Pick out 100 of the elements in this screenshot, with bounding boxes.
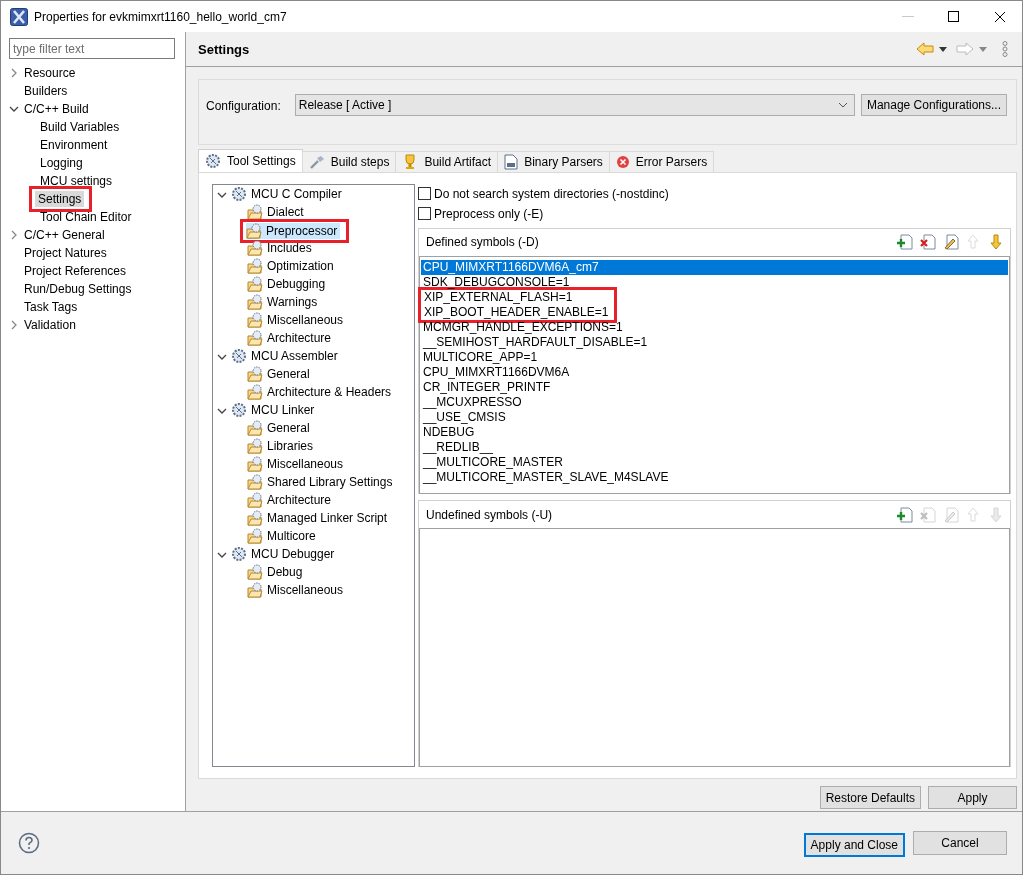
symbol-item[interactable]: CR_INTEGER_PRINTF [421, 379, 1008, 395]
nav-item[interactable]: Settings [35, 191, 85, 207]
gear-folder-icon [247, 275, 263, 292]
tree-item[interactable]: Miscellaneous [247, 581, 347, 598]
chevron-right-icon[interactable] [9, 320, 19, 330]
chevron-right-icon[interactable] [9, 230, 19, 240]
tree-item[interactable]: Debugging [247, 275, 329, 292]
edit-icon[interactable] [943, 234, 959, 250]
tab[interactable]: Error Parsers [608, 151, 715, 172]
symbol-item[interactable]: __MULTICORE_MASTER_SLAVE_M4SLAVE [421, 469, 1008, 485]
chevron-down-icon[interactable] [9, 104, 19, 114]
chevron-down-icon[interactable] [217, 352, 227, 362]
apply-button[interactable]: Apply [928, 786, 1017, 809]
nav-item[interactable]: Build Variables [37, 119, 123, 135]
symbol-item[interactable]: CPU_MIMXRT1166DVM6A_cm7 [421, 259, 1008, 275]
gear-folder-icon [247, 293, 263, 310]
restore-defaults-button[interactable]: Restore Defaults [819, 786, 921, 809]
chevron-right-icon[interactable] [9, 68, 19, 78]
chevron-down-icon[interactable] [217, 406, 227, 416]
symbol-item[interactable]: __MULTICORE_MASTER [421, 454, 1008, 470]
nav-item[interactable]: C/C++ General [21, 227, 108, 243]
apply-and-close-button[interactable]: Apply and Close [803, 833, 905, 857]
nav-item[interactable]: Builders [21, 83, 71, 99]
tree-item[interactable]: Preprocessor [246, 223, 341, 239]
nav-item[interactable]: Validation [21, 317, 79, 333]
symbol-item[interactable]: __REDLIB__ [421, 439, 1008, 455]
tree-item[interactable]: Debug [247, 563, 306, 580]
tree-item[interactable]: General [247, 419, 313, 436]
gear-icon [231, 401, 247, 418]
tree-item[interactable]: Architecture & Headers [247, 383, 395, 400]
add-icon[interactable] [897, 234, 913, 250]
symbol-item[interactable]: NDEBUG [421, 424, 1008, 440]
tree-item[interactable]: General [247, 365, 313, 382]
tree-item[interactable]: Includes [247, 239, 315, 256]
tree-item[interactable]: Architecture [247, 491, 335, 508]
symbol-item[interactable]: MULTICORE_APP=1 [421, 349, 1008, 365]
symbol-item[interactable]: __MCUXPRESSO [421, 394, 1008, 410]
tree-item[interactable]: MCU Linker [231, 401, 318, 418]
gear-icon [231, 347, 247, 364]
maximize-icon[interactable] [948, 10, 960, 23]
nav-item[interactable]: Project References [21, 263, 130, 279]
tree-item[interactable]: Multicore [247, 527, 319, 544]
tree-item[interactable]: MCU Debugger [231, 545, 338, 562]
help-icon[interactable] [18, 832, 40, 854]
tree-item[interactable]: MCU Assembler [231, 347, 341, 364]
tree-item[interactable]: Libraries [247, 437, 317, 454]
tree-item[interactable]: Warnings [247, 293, 321, 310]
hammer-icon [308, 154, 325, 170]
tree-item[interactable]: Shared Library Settings [247, 473, 396, 490]
filter-field[interactable]: type filter text [9, 38, 175, 59]
window-title: Properties for evkmimxrt1160_hello_world_cm7 [34, 9, 287, 24]
tab[interactable]: Binary Parsers [497, 151, 610, 172]
symbol-item[interactable]: XIP_BOOT_HEADER_ENABLE=1 [422, 304, 609, 320]
nav-item[interactable]: Task Tags [21, 299, 81, 315]
chevron-down-icon[interactable] [217, 550, 227, 560]
nav-item[interactable]: Run/Debug Settings [21, 281, 135, 297]
nav-item[interactable]: Resource [21, 65, 79, 81]
chevron-down-icon[interactable] [217, 190, 227, 200]
manage-configurations-button[interactable]: Manage Configurations... [860, 94, 1007, 116]
nav-item[interactable]: C/C++ Build [21, 101, 92, 117]
add-icon[interactable] [897, 506, 913, 523]
configuration-dropdown[interactable]: Release [ Active ] [294, 94, 855, 116]
symbol-item[interactable]: __USE_CMSIS [421, 409, 1008, 425]
tree-item[interactable]: Optimization [247, 257, 337, 274]
checkbox-option[interactable]: Do not search system directories (-nostdinc) [418, 184, 1011, 204]
tab[interactable]: Build Artifact [395, 151, 499, 172]
symbol-item[interactable]: MCMGR_HANDLE_EXCEPTIONS=1 [421, 319, 1008, 335]
tab[interactable]: Build steps [301, 151, 397, 172]
gear-folder-icon [247, 383, 263, 400]
nav-item[interactable]: MCU settings [37, 173, 116, 189]
nav-item[interactable]: Environment [37, 137, 111, 153]
gear-icon [231, 545, 247, 562]
gear-folder-icon [247, 491, 263, 508]
nav-item[interactable]: Tool Chain Editor [37, 209, 135, 225]
symbol-item[interactable]: XIP_EXTERNAL_FLASH=1 [422, 289, 609, 305]
close-icon[interactable] [994, 10, 1006, 23]
nav-item[interactable]: Logging [37, 155, 86, 171]
symbol-item[interactable]: CPU_MIMXRT1166DVM6A [421, 364, 1008, 380]
checkbox-option[interactable]: Preprocess only (-E) [418, 203, 1011, 224]
dropdown-caret-icon[interactable] [939, 46, 947, 52]
gear-folder-icon [247, 311, 263, 328]
symbol-item[interactable]: __SEMIHOST_HARDFAULT_DISABLE=1 [421, 334, 1008, 350]
down-icon[interactable] [989, 234, 1005, 250]
gear-folder-icon [247, 257, 263, 274]
gear-folder-icon [247, 527, 263, 544]
symbol-item[interactable]: SDK_DEBUGCONSOLE=1 [421, 274, 1008, 290]
tab[interactable]: Tool Settings [198, 149, 303, 172]
tree-item[interactable]: Architecture [247, 329, 335, 346]
back-arrow-icon[interactable] [916, 42, 934, 56]
tree-item[interactable]: Miscellaneous [247, 311, 347, 328]
cancel-button[interactable]: Cancel [913, 831, 1007, 855]
tree-item[interactable]: Dialect [247, 203, 307, 220]
nav-item[interactable]: Project Natures [21, 245, 110, 261]
tree-item[interactable]: Managed Linker Script [247, 509, 391, 526]
delete-icon[interactable] [920, 234, 936, 250]
tree-item[interactable]: MCU C Compiler [231, 185, 345, 202]
view-menu-icon[interactable] [1002, 41, 1008, 57]
tree-item[interactable]: Miscellaneous [247, 455, 347, 472]
gear-folder-icon [247, 365, 263, 382]
gear-folder-icon [247, 581, 263, 598]
